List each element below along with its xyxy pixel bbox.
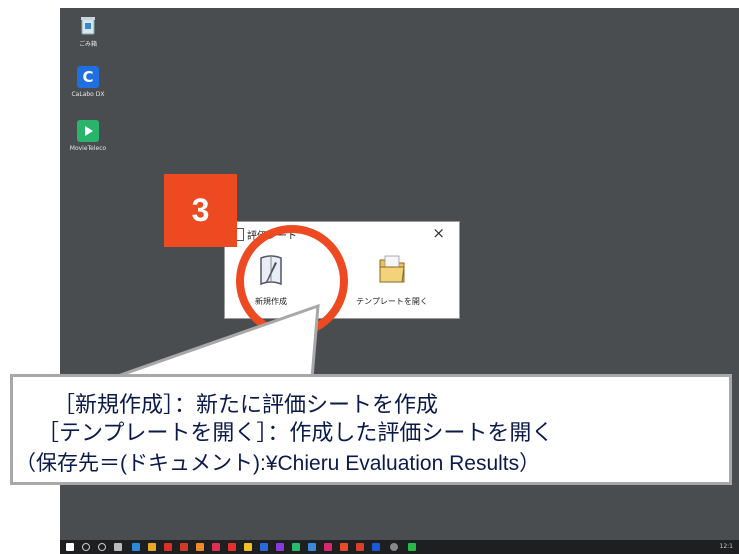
explanation-callout: ［新規作成］：新たに評価シートを作成 ［テンプレートを開く］：作成した評価シート…	[10, 374, 732, 485]
callout-line-save-path: （保存先＝(ドキュメント):¥Chieru Evaluation Results…	[15, 452, 541, 475]
callout-line-open: ［テンプレートを開く］：作成した評価シートを開く	[37, 420, 554, 445]
